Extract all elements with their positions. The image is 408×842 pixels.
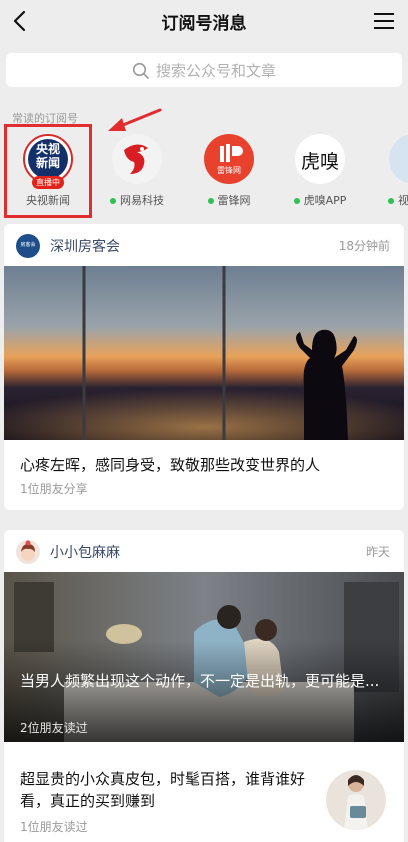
woman-with-bag-image xyxy=(344,775,368,830)
page-title: 订阅号消息 xyxy=(161,14,247,34)
article-card[interactable]: 房客会 深圳房客会 18分钟前 心疼左晖，感同身受，致敬那些改变世界的人 1位朋… xyxy=(4,224,404,510)
update-dot xyxy=(110,198,116,204)
frequent-item-label: 网易科技 xyxy=(120,194,164,207)
source-name[interactable]: 小小包麻麻 xyxy=(50,542,120,562)
frequent-item-label: 视觉 xyxy=(398,194,408,207)
hamburger-menu-icon[interactable] xyxy=(372,9,396,33)
search-icon xyxy=(132,62,149,79)
source-avatar: 房客会 xyxy=(16,234,40,258)
leiphone-logo-icon xyxy=(220,144,243,162)
update-dot xyxy=(388,198,394,204)
huxiu-avatar: 虎嗅 xyxy=(295,134,345,184)
frequent-item-label: 央视新闻 xyxy=(26,194,70,207)
frequent-item-huxiu[interactable]: 虎嗅 虎嗅APP xyxy=(280,134,360,214)
article-card[interactable]: 小小包麻麻 昨天 当男人频繁出现这个动作，不一定是出轨，更可能是... 2位朋友… xyxy=(4,530,404,842)
netease-logo-icon xyxy=(112,134,162,184)
search-bar[interactable]: 搜索公众号和文章 xyxy=(6,53,402,87)
friend-read-count: 1位朋友读过 xyxy=(20,820,88,834)
article-cover-image[interactable] xyxy=(4,266,404,440)
frequent-item-label: 虎嗅APP xyxy=(303,194,347,207)
frequent-item-leiphone[interactable]: 雷锋网 雷锋网 xyxy=(189,134,269,214)
update-dot xyxy=(293,198,300,204)
frequent-item-label: 雷锋网 xyxy=(217,194,251,207)
article-thumbnail[interactable] xyxy=(326,770,386,830)
couple-scene-image xyxy=(4,572,404,742)
frequent-item-cctv-news[interactable]: 央视 新闻 直播中 央视新闻 xyxy=(8,134,88,214)
nav-bar: 订阅号消息 xyxy=(0,0,408,42)
friend-share-count: 1位朋友分享 xyxy=(20,482,88,496)
card-header: 房客会 深圳房客会 18分钟前 xyxy=(4,224,404,266)
article-cover-image[interactable]: 当男人频繁出现这个动作，不一定是出轨，更可能是... 2位朋友读过 xyxy=(4,572,404,742)
vision-avatar xyxy=(389,134,408,184)
article-title[interactable]: 超显贵的小众真皮包，时髦百搭，谁背谁好看，真正的买到赚到 xyxy=(20,768,310,812)
timestamp: 18分钟前 xyxy=(338,239,390,253)
cartoon-girl-icon xyxy=(21,540,35,561)
source-name[interactable]: 深圳房客会 xyxy=(50,236,120,256)
leiphone-avatar: 雷锋网 xyxy=(204,134,254,184)
live-badge: 直播中 xyxy=(32,176,64,189)
city-skyline-image xyxy=(4,266,404,440)
search-placeholder: 搜索公众号和文章 xyxy=(155,62,276,80)
annotation-arrow-icon xyxy=(108,108,162,131)
card-header: 小小包麻麻 昨天 xyxy=(4,530,404,572)
article-title[interactable]: 心疼左晖，感同身受，致敬那些改变世界的人 xyxy=(20,454,388,476)
cover-title[interactable]: 当男人频繁出现这个动作，不一定是出轨，更可能是... xyxy=(20,670,388,692)
friend-read-count: 2位朋友读过 xyxy=(20,721,88,735)
update-dot xyxy=(207,198,214,204)
source-avatar xyxy=(16,540,40,564)
frequent-item-netease-tech[interactable]: 网易科技 xyxy=(97,134,177,214)
netease-tech-avatar xyxy=(112,134,162,184)
frequent-item-vision[interactable]: 视觉 xyxy=(374,134,408,214)
article-item[interactable]: 超显贵的小众真皮包，时髦百搭，谁背谁好看，真正的买到赚到 1位朋友读过 xyxy=(20,768,310,835)
timestamp: 昨天 xyxy=(365,545,390,559)
